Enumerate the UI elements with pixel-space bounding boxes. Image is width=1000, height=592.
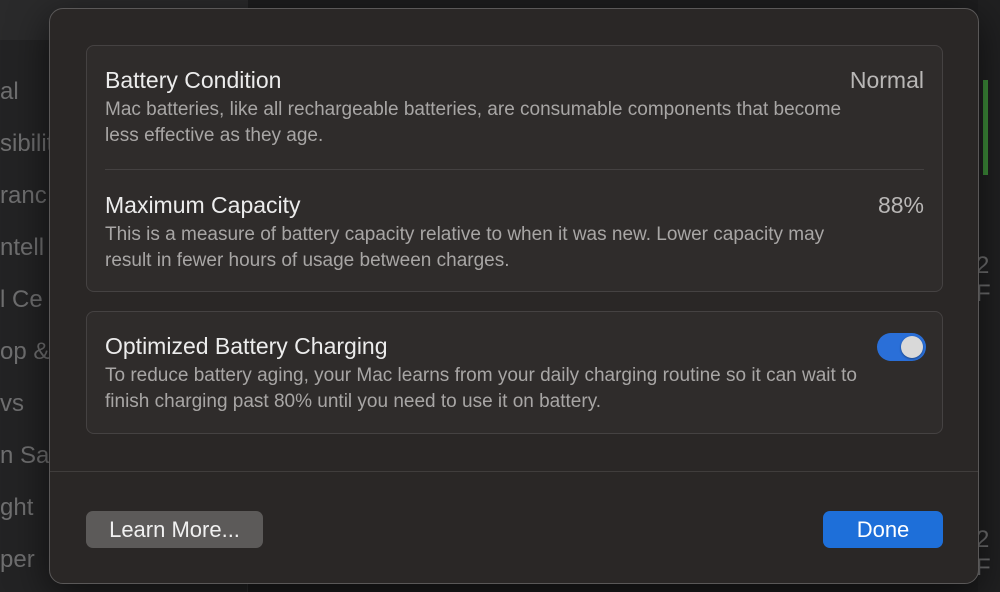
battery-condition-title: Battery Condition — [105, 67, 282, 93]
sidebar-item-fragment[interactable]: ntell — [0, 234, 44, 262]
sidebar-item-fragment[interactable]: ght — [0, 494, 33, 522]
maximum-capacity-row: Maximum Capacity 88% This is a measure o… — [105, 191, 924, 274]
done-button[interactable]: Done — [823, 511, 943, 548]
battery-level-bar-fragment — [983, 80, 988, 175]
row-divider — [105, 169, 924, 170]
sidebar-item-fragment[interactable]: op & — [0, 338, 49, 366]
background-label-fragment: 2 F — [976, 526, 991, 581]
sidebar-item-fragment[interactable]: sibilit — [0, 130, 53, 158]
battery-condition-description: Mac batteries, like all rechargeable bat… — [105, 99, 842, 146]
sidebar-item-fragment[interactable]: l Ce — [0, 286, 43, 314]
optimized-charging-description: To reduce battery aging, your Mac learns… — [105, 365, 857, 412]
optimized-charging-toggle[interactable] — [877, 333, 926, 361]
footer-divider — [50, 471, 978, 472]
maximum-capacity-value: 88% — [877, 192, 924, 218]
sidebar-item-fragment[interactable]: al — [0, 78, 19, 106]
battery-health-sheet: Battery Condition Normal Mac batteries, … — [49, 8, 979, 584]
optimized-charging-row: Optimized Battery Charging To reduce bat… — [105, 332, 924, 415]
maximum-capacity-description: This is a measure of battery capacity re… — [105, 224, 825, 271]
background-label-fragment: 2 F — [976, 252, 991, 307]
battery-health-group: Battery Condition Normal Mac batteries, … — [86, 45, 943, 292]
optimized-charging-title: Optimized Battery Charging — [105, 333, 388, 359]
battery-condition-value: Normal — [849, 67, 924, 93]
sidebar-item-fragment[interactable]: ranc — [0, 182, 47, 210]
toggle-knob — [901, 336, 923, 358]
battery-condition-row: Battery Condition Normal Mac batteries, … — [105, 66, 924, 149]
learn-more-button[interactable]: Learn More... — [86, 511, 263, 548]
optimized-charging-group: Optimized Battery Charging To reduce bat… — [86, 311, 943, 434]
maximum-capacity-title: Maximum Capacity — [105, 192, 301, 218]
sidebar-item-fragment[interactable]: vs — [0, 390, 24, 418]
sidebar-item-fragment[interactable]: per — [0, 546, 35, 574]
